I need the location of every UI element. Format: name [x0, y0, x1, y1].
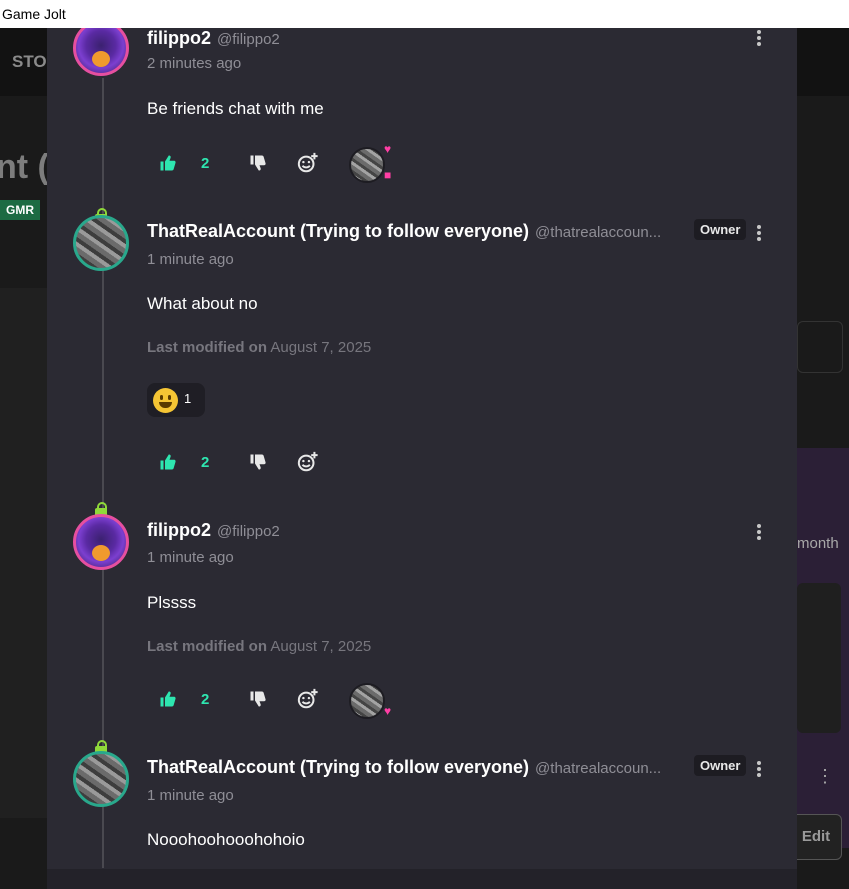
like-count[interactable]: 2 [201, 447, 209, 477]
user-name[interactable]: filippo2 [147, 28, 211, 48]
reaction-chip[interactable]: 1 [147, 383, 205, 417]
comment-time[interactable]: 1 minute ago [147, 251, 234, 268]
last-modified: Last modified on August 7, 2025 [147, 638, 371, 655]
comment-header: filippo2 @filippo2 [147, 28, 280, 50]
modified-date: August 7, 2025 [270, 638, 372, 655]
comment-actions: 2 [147, 447, 447, 477]
dislike-button[interactable] [249, 684, 267, 714]
heart-icon: ♥ [384, 704, 392, 718]
modified-label: Last modified on [147, 339, 267, 356]
sticker-avatar[interactable] [349, 147, 385, 183]
thumbs-down-icon [250, 691, 266, 707]
user-name[interactable]: ThatRealAccount (Trying to follow everyo… [147, 757, 529, 777]
comment-thread-modal: filippo2 @filippo2 2 minutes ago Be frien… [47, 28, 797, 889]
comment-text: Nooohoohooohohoio [147, 830, 305, 849]
heart-icon: ♥ [384, 142, 392, 156]
add-sticker-button[interactable] [297, 148, 319, 178]
background-edit-button: Edit [790, 814, 842, 860]
background-side-text: month [797, 535, 839, 552]
thumbs-down-icon [250, 454, 266, 470]
comment-time[interactable]: 1 minute ago [147, 549, 234, 566]
add-sticker-icon [297, 451, 318, 472]
comment-actions: 2 [147, 684, 447, 714]
like-button[interactable] [159, 447, 177, 477]
user-avatar[interactable] [73, 514, 129, 570]
like-count[interactable]: 2 [201, 148, 209, 178]
user-name[interactable]: ThatRealAccount (Trying to follow everyo… [147, 221, 529, 241]
like-button[interactable] [159, 148, 177, 178]
more-options-icon[interactable] [754, 28, 764, 48]
comment-header: filippo2 @filippo2 [147, 520, 280, 542]
comment-time[interactable]: 1 minute ago [147, 787, 234, 804]
comment-text: Plssss [147, 593, 197, 612]
comment-time[interactable]: 2 minutes ago [147, 55, 241, 72]
user-handle[interactable]: @filippo2 [217, 31, 280, 48]
comment-actions: 2 [147, 148, 447, 178]
more-options-icon[interactable] [754, 522, 764, 542]
add-sticker-button[interactable] [297, 447, 319, 477]
user-name[interactable]: filippo2 [147, 520, 211, 540]
modified-date: August 7, 2025 [270, 339, 372, 356]
grinning-face-icon [153, 388, 178, 413]
user-avatar[interactable] [73, 751, 129, 807]
reaction-count: 1 [184, 391, 192, 406]
chat-bubble-icon: ■ [384, 168, 392, 182]
user-handle[interactable]: @filippo2 [217, 523, 280, 540]
thumbs-up-icon [160, 691, 176, 707]
user-avatar[interactable] [73, 28, 129, 76]
comment-header: ThatRealAccount (Trying to follow everyo… [147, 757, 661, 779]
like-count[interactable]: 2 [201, 684, 209, 714]
thumbs-up-icon [160, 454, 176, 470]
add-sticker-icon [297, 688, 318, 709]
user-avatar[interactable] [73, 215, 129, 271]
background-more-icon: ⋮ [816, 766, 834, 786]
comment-text: What about no [147, 294, 258, 313]
background-card [797, 583, 841, 733]
background-badge: GMR [0, 200, 40, 220]
background-nav-item: STO [12, 52, 47, 71]
add-sticker-icon [297, 152, 318, 173]
owner-badge: Owner [694, 755, 747, 776]
user-handle[interactable]: @thatrealaccoun... [535, 224, 661, 241]
modified-label: Last modified on [147, 638, 267, 655]
like-button[interactable] [159, 684, 177, 714]
more-options-icon[interactable] [754, 223, 764, 243]
background-box [797, 321, 843, 373]
thumbs-up-icon [160, 155, 176, 171]
more-options-icon[interactable] [754, 759, 764, 779]
comment-header: ThatRealAccount (Trying to follow everyo… [147, 221, 661, 243]
add-sticker-button[interactable] [297, 684, 319, 714]
window-title: Game Jolt [0, 0, 849, 28]
last-modified: Last modified on August 7, 2025 [147, 339, 371, 356]
dislike-button[interactable] [249, 148, 267, 178]
owner-badge: Owner [694, 219, 747, 240]
user-handle[interactable]: @thatrealaccoun... [535, 760, 661, 777]
thumbs-down-icon [250, 155, 266, 171]
comment-text: Be friends chat with me [147, 99, 324, 118]
dislike-button[interactable] [249, 447, 267, 477]
background-left-panel [0, 288, 47, 818]
modal-footer-bar [47, 869, 797, 889]
background-title: nt ( [0, 148, 49, 186]
sticker-avatar[interactable] [349, 683, 385, 719]
